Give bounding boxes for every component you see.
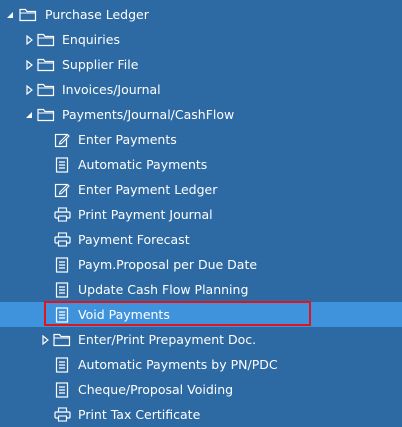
tree-item-label: Paym.Proposal per Due Date (78, 257, 258, 272)
collapsed-arrow-icon[interactable] (24, 27, 34, 52)
tree-item-purchase-ledger[interactable]: Purchase Ledger (0, 2, 402, 27)
folder-icon (37, 52, 55, 77)
tree-item-label: Enter/Print Prepayment Doc. (78, 332, 257, 347)
tree-item-enquiries[interactable]: Enquiries (0, 27, 402, 52)
tree-item-label: Supplier File (62, 57, 139, 72)
tree-item-label: Void Payments (78, 307, 170, 322)
tree-item-payments-journal-cashflow[interactable]: Payments/Journal/CashFlow (0, 102, 402, 127)
folder-icon (37, 77, 55, 102)
tree-item-automatic-payments-pn-pdc[interactable]: Automatic Payments by PN/PDC (0, 352, 402, 377)
folder-icon (37, 102, 55, 127)
tree-item-print-tax-certificate[interactable]: Print Tax Certificate (0, 402, 402, 427)
list-icon (53, 152, 71, 177)
tree-item-label: Purchase Ledger (45, 7, 149, 22)
tree-item-label: Print Payment Journal (78, 207, 213, 222)
collapsed-arrow-icon[interactable] (40, 327, 50, 352)
folder-icon (53, 327, 71, 352)
tree-item-payment-proposal-due-date[interactable]: Paym.Proposal per Due Date (0, 252, 402, 277)
tree-item-supplier-file[interactable]: Supplier File (0, 52, 402, 77)
tree-item-label: Invoices/Journal (62, 82, 161, 97)
tree-item-label: Enquiries (62, 32, 120, 47)
edit-icon (53, 127, 71, 152)
tree-item-update-cash-flow-planning[interactable]: Update Cash Flow Planning (0, 277, 402, 302)
tree-item-print-payment-journal[interactable]: Print Payment Journal (0, 202, 402, 227)
edit-icon (53, 177, 71, 202)
tree-item-enter-payment-ledger[interactable]: Enter Payment Ledger (0, 177, 402, 202)
list-icon (53, 277, 71, 302)
list-icon (53, 252, 71, 277)
tree-item-label: Payments/Journal/CashFlow (62, 107, 235, 122)
tree-item-label: Payment Forecast (78, 232, 190, 247)
collapsed-arrow-icon[interactable] (24, 52, 34, 77)
printer-icon (53, 227, 71, 252)
folder-icon (37, 27, 55, 52)
tree-item-enter-print-prepayment-doc[interactable]: Enter/Print Prepayment Doc. (0, 327, 402, 352)
tree-item-label: Enter Payment Ledger (78, 182, 218, 197)
list-icon (53, 302, 71, 327)
navigation-tree: Purchase Ledger Enquiries Supplier File … (0, 2, 402, 427)
printer-icon (53, 202, 71, 227)
folder-icon (19, 2, 37, 27)
list-icon (53, 377, 71, 402)
tree-item-enter-payments[interactable]: Enter Payments (0, 127, 402, 152)
tree-item-label: Automatic Payments (78, 157, 208, 172)
tree-item-label: Automatic Payments by PN/PDC (78, 357, 278, 372)
expanded-arrow-icon[interactable] (24, 102, 34, 127)
tree-item-label: Update Cash Flow Planning (78, 282, 249, 297)
tree-item-label: Cheque/Proposal Voiding (78, 382, 234, 397)
expanded-arrow-icon[interactable] (5, 2, 15, 27)
tree-item-label: Print Tax Certificate (78, 407, 201, 422)
tree-item-cheque-proposal-voiding[interactable]: Cheque/Proposal Voiding (0, 377, 402, 402)
printer-icon (53, 402, 71, 427)
collapsed-arrow-icon[interactable] (24, 77, 34, 102)
list-icon (53, 352, 71, 377)
tree-item-label: Enter Payments (78, 132, 177, 147)
tree-item-automatic-payments[interactable]: Automatic Payments (0, 152, 402, 177)
tree-item-invoices-journal[interactable]: Invoices/Journal (0, 77, 402, 102)
tree-item-void-payments[interactable]: Void Payments (0, 301, 402, 327)
tree-item-payment-forecast[interactable]: Payment Forecast (0, 227, 402, 252)
